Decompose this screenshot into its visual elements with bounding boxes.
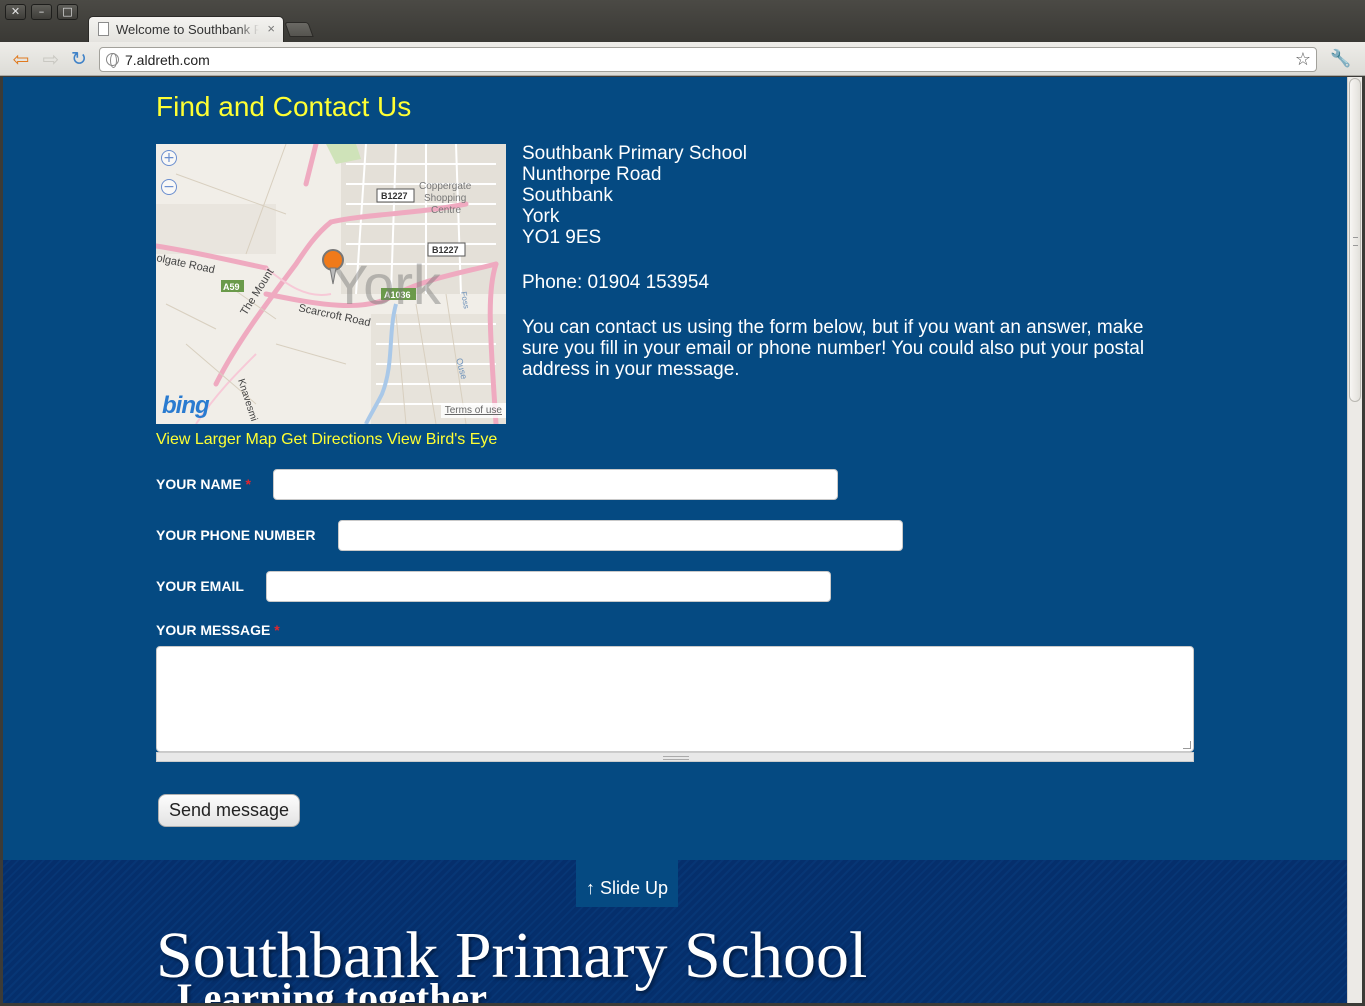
back-icon[interactable]: ⇦ bbox=[10, 48, 32, 70]
email-field[interactable] bbox=[266, 571, 831, 602]
school-address: Southbank Primary School Nunthorpe Road … bbox=[522, 143, 1182, 380]
phone-number: Phone: 01904 153954 bbox=[522, 272, 710, 293]
message-field[interactable] bbox=[156, 646, 1194, 752]
address-bar[interactable]: 7.aldreth.com ☆ bbox=[99, 47, 1317, 72]
reload-icon[interactable]: ↻ bbox=[68, 48, 90, 70]
address-line: York bbox=[522, 206, 560, 227]
address-line: Southbank Primary School bbox=[522, 143, 747, 164]
close-icon[interactable]: ✕ bbox=[5, 4, 26, 20]
map-label-york: York bbox=[331, 253, 442, 316]
browser-tab[interactable]: Welcome to Southbank Primary School × bbox=[88, 16, 284, 42]
get-directions-link[interactable]: Get Directions bbox=[281, 431, 382, 448]
view-larger-map-link[interactable]: View Larger Map bbox=[156, 431, 277, 448]
forward-icon[interactable]: ⇨ bbox=[40, 48, 62, 70]
address-line: Nunthorpe Road bbox=[522, 164, 662, 185]
url-text[interactable]: 7.aldreth.com bbox=[125, 52, 210, 68]
map-label-b1227-a: B1227 bbox=[381, 191, 408, 201]
map-label-centre: Centre bbox=[431, 205, 461, 216]
maximize-icon[interactable]: □ bbox=[57, 4, 78, 20]
zoom-in-icon[interactable]: + bbox=[161, 150, 177, 166]
message-label-text: YOUR MESSAGE bbox=[156, 622, 271, 638]
page-title: Find and Contact Us bbox=[156, 91, 412, 122]
map-links: View Larger Map Get Directions View Bird… bbox=[156, 431, 497, 449]
school-tagline: Learning together bbox=[177, 975, 487, 1003]
email-label: YOUR EMAIL bbox=[156, 578, 244, 594]
message-label: YOUR MESSAGE * bbox=[156, 622, 280, 638]
resize-handle[interactable] bbox=[156, 752, 1194, 762]
map-label-shopping: Shopping bbox=[424, 193, 466, 204]
required-mark: * bbox=[245, 476, 251, 492]
window-titlebar: ✕ – □ Welcome to Southbank Primary Schoo… bbox=[0, 0, 1365, 42]
tab-close-icon[interactable]: × bbox=[267, 21, 275, 36]
view-birds-eye-link[interactable]: View Bird's Eye bbox=[387, 431, 497, 448]
wrench-icon[interactable]: 🔧 bbox=[1330, 49, 1351, 69]
map-terms-link[interactable]: Terms of use bbox=[440, 403, 506, 418]
send-message-button[interactable]: Send message bbox=[158, 794, 300, 827]
phone-label: YOUR PHONE NUMBER bbox=[156, 527, 315, 543]
new-tab-button[interactable] bbox=[284, 22, 314, 37]
browser-toolbar: ⇦ ⇨ ↻ 7.aldreth.com ☆ 🔧 bbox=[0, 42, 1365, 76]
star-icon[interactable]: ☆ bbox=[1295, 49, 1311, 70]
bing-map[interactable]: Coppergate Shopping Centre B1227 B1227 A… bbox=[156, 144, 506, 424]
name-field[interactable] bbox=[273, 469, 838, 500]
contact-note: You can contact us using the form below,… bbox=[522, 317, 1145, 380]
vertical-scrollbar[interactable] bbox=[1347, 77, 1362, 1003]
phone-field[interactable] bbox=[338, 520, 903, 551]
slide-up-button[interactable]: ↑ Slide Up bbox=[576, 860, 678, 907]
globe-icon bbox=[106, 53, 119, 68]
scrollbar-thumb[interactable] bbox=[1349, 78, 1361, 402]
zoom-out-icon[interactable]: − bbox=[161, 179, 177, 195]
minimize-icon[interactable]: – bbox=[31, 4, 52, 20]
required-mark: * bbox=[274, 622, 280, 638]
bing-logo: bing bbox=[162, 392, 210, 419]
page-viewport: Find and Contact Us Coppergate Shopping … bbox=[3, 77, 1347, 1003]
name-label-text: YOUR NAME bbox=[156, 476, 242, 492]
site-footer: ↑ Slide Up Southbank Primary School Lear… bbox=[3, 860, 1347, 1003]
address-line: YO1 9ES bbox=[522, 227, 602, 248]
tab-title: Welcome to Southbank Primary School bbox=[116, 22, 259, 37]
page-icon bbox=[98, 22, 109, 36]
address-line: Southbank bbox=[522, 185, 613, 206]
name-label: YOUR NAME * bbox=[156, 476, 251, 492]
map-label-coppergate: Coppergate bbox=[419, 181, 472, 192]
window-controls: ✕ – □ bbox=[5, 4, 78, 20]
phone-label-text: YOUR PHONE NUMBER bbox=[156, 527, 316, 543]
map-canvas: Coppergate Shopping Centre B1227 B1227 A… bbox=[156, 144, 506, 424]
email-label-text: YOUR EMAIL bbox=[156, 578, 244, 594]
map-label-a59: A59 bbox=[223, 282, 240, 292]
